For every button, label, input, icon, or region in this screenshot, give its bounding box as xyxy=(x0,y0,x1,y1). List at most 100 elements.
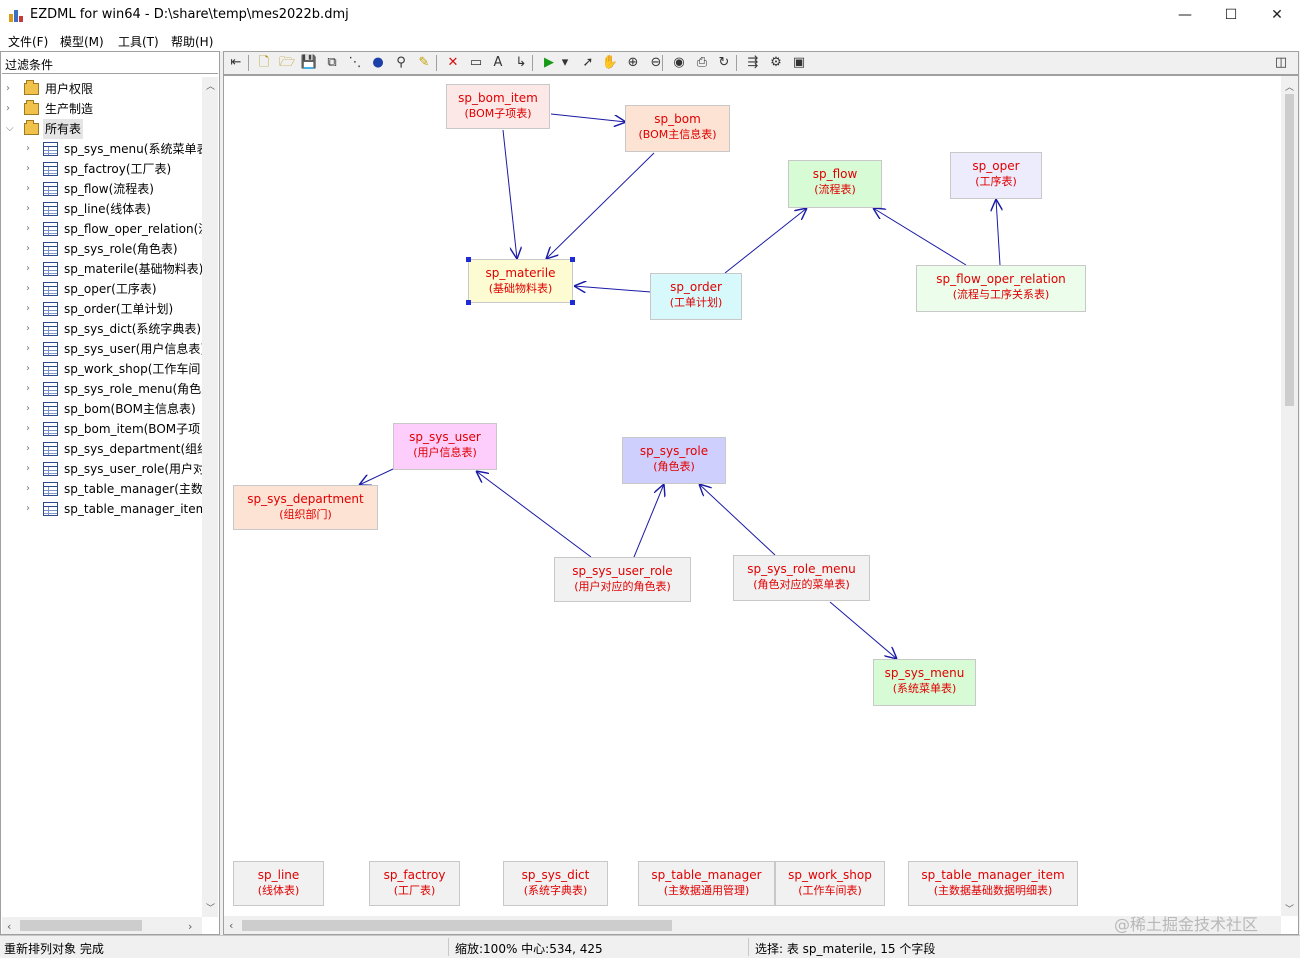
menu-file[interactable]: 文件(F) xyxy=(8,33,48,50)
link-sys_user_role-to-sys_role[interactable] xyxy=(633,484,664,558)
split-view-icon[interactable]: ◫ xyxy=(1272,54,1290,72)
canvas-scroll-up-icon[interactable]: ︿ xyxy=(1285,80,1294,93)
tree-vertical-scrollbar[interactable]: ︿ ﹀ xyxy=(202,77,218,917)
save-icon[interactable]: 💾 xyxy=(300,54,318,72)
entity-bom-item[interactable]: sp_bom_item (BOM子项表) xyxy=(446,84,550,129)
canvas-hscroll-thumb[interactable] xyxy=(242,920,672,931)
canvas-scroll-down-icon[interactable]: ﹀ xyxy=(1285,902,1294,915)
scroll-down-icon[interactable]: ﹀ xyxy=(206,901,215,914)
eye-icon[interactable]: ◉ xyxy=(670,54,688,72)
dropdown-icon[interactable]: ▾ xyxy=(556,54,574,72)
entity-sys-role-menu[interactable]: sp_sys_role_menu (角色对应的菜单表) xyxy=(733,555,870,601)
print-icon[interactable]: ⎙ xyxy=(693,54,711,72)
tree-table-item[interactable]: › sp_work_shop(工作车间 xyxy=(2,359,200,379)
tree-table-item[interactable]: › sp_flow(流程表) xyxy=(2,179,200,199)
canvas-vertical-scrollbar[interactable]: ︿ ﹀ xyxy=(1281,76,1298,916)
scroll-right-icon[interactable]: › xyxy=(188,920,192,933)
chevron-right-icon[interactable]: › xyxy=(6,99,16,119)
chevron-right-icon[interactable]: › xyxy=(26,319,36,339)
chevron-right-icon[interactable]: › xyxy=(26,159,36,179)
tree-table-item[interactable]: › sp_bom(BOM主信息表) xyxy=(2,399,200,419)
panel-toggle-icon[interactable]: ⇤ xyxy=(227,54,245,72)
menu-tools[interactable]: 工具(T) xyxy=(118,33,159,50)
selection-handle[interactable] xyxy=(570,300,575,305)
canvas-scroll-left-icon[interactable]: ‹ xyxy=(229,919,233,932)
selection-handle[interactable] xyxy=(466,300,471,305)
tree-table-item[interactable]: › sp_sys_role_menu(角色对 xyxy=(2,379,202,399)
tree-folder[interactable]: ⌵ 所有表 xyxy=(2,119,200,139)
chevron-down-icon[interactable]: ⌵ xyxy=(6,119,16,139)
diagram-canvas[interactable]: sp_bom_item (BOM子项表) sp_bom (BOM主信息表) sp_flo… xyxy=(224,76,1281,916)
chevron-right-icon[interactable]: › xyxy=(26,299,36,319)
link-bom_item-to-bom[interactable] xyxy=(550,113,626,122)
tree-table-item[interactable]: › sp_order(工单计划) xyxy=(2,299,200,319)
entity-sys-menu[interactable]: sp_sys_menu (系统菜单表) xyxy=(873,659,976,706)
entity-line[interactable]: sp_line (线体表) xyxy=(233,861,324,906)
entity-factroy[interactable]: sp_factroy (工厂表) xyxy=(369,861,460,906)
tree-table-item[interactable]: › sp_table_manager_item xyxy=(2,499,202,519)
tree-table-item[interactable]: › sp_materile(基础物料表) xyxy=(2,259,202,279)
tree-table-item[interactable]: › sp_line(线体表) xyxy=(2,199,200,219)
entity-sys-user-role[interactable]: sp_sys_user_role (用户对应的角色表) xyxy=(554,557,691,602)
menu-model[interactable]: 模型(M) xyxy=(60,33,104,50)
entity-flow-oper-relation[interactable]: sp_flow_oper_relation (流程与工序关系表) xyxy=(916,265,1086,312)
entity-sys-role[interactable]: sp_sys_role (角色表) xyxy=(622,437,726,484)
tree-table-item[interactable]: › sp_sys_dict(系统字典表) xyxy=(2,319,201,339)
entity-order[interactable]: sp_order (工单计划) xyxy=(650,273,742,320)
entity-sys-dict[interactable]: sp_sys_dict (系统字典表) xyxy=(503,861,608,906)
chevron-right-icon[interactable]: › xyxy=(26,379,36,399)
canvas-vscroll-thumb[interactable] xyxy=(1285,94,1294,406)
scroll-up-icon[interactable]: ︿ xyxy=(206,79,215,92)
tree-horizontal-scrollbar[interactable]: ‹ › xyxy=(2,917,202,934)
chevron-right-icon[interactable]: › xyxy=(26,139,36,159)
filter-input[interactable]: 过滤条件 xyxy=(2,53,218,74)
chevron-right-icon[interactable]: › xyxy=(26,239,36,259)
chevron-right-icon[interactable]: › xyxy=(26,499,36,519)
chevron-right-icon[interactable]: › xyxy=(26,459,36,479)
export-icon[interactable]: ⇶ xyxy=(744,54,762,72)
link-icon[interactable]: ↳ xyxy=(512,54,530,72)
zoom-in-icon[interactable]: ⊕ xyxy=(624,54,642,72)
chevron-right-icon[interactable]: › xyxy=(6,79,16,99)
find-icon[interactable]: ⚲ xyxy=(392,54,410,72)
picture-icon[interactable]: ▣ xyxy=(790,54,808,72)
chevron-right-icon[interactable]: › xyxy=(26,359,36,379)
tree-table-item[interactable]: › sp_table_manager(主数 xyxy=(2,479,202,499)
link-bom_item-to-materile[interactable] xyxy=(502,129,517,259)
tree-folder[interactable]: › 用户权限 xyxy=(2,79,200,99)
entity-table-manager-item[interactable]: sp_table_manager_item (主数据基础数据明细表) xyxy=(908,861,1078,906)
refresh-icon[interactable]: ↻ xyxy=(715,54,733,72)
maximize-button[interactable]: ☐ xyxy=(1208,0,1254,30)
link-bom-to-materile[interactable] xyxy=(546,152,655,259)
entity-materile[interactable]: sp_materile (基础物料表) xyxy=(468,259,573,303)
chevron-right-icon[interactable]: › xyxy=(26,279,36,299)
link-flow_oper_relation-to-flow[interactable] xyxy=(873,208,967,266)
new-file-icon[interactable]: 🗋 xyxy=(255,54,273,72)
link-sys_user_role-to-sys_user[interactable] xyxy=(476,471,592,558)
link-sys_user-to-sys_department[interactable] xyxy=(359,468,394,485)
chevron-right-icon[interactable]: › xyxy=(26,199,36,219)
settings-icon[interactable]: ⚙ xyxy=(767,54,785,72)
chevron-right-icon[interactable]: › xyxy=(26,419,36,439)
entity-work-shop[interactable]: sp_work_shop (工作车间表) xyxy=(775,861,885,906)
highlight-icon[interactable]: ✎ xyxy=(415,54,433,72)
tree-table-item[interactable]: › sp_oper(工序表) xyxy=(2,279,200,299)
link-sys_role_menu-to-sys_role[interactable] xyxy=(699,484,776,556)
globe-icon[interactable]: ● xyxy=(369,54,387,72)
tree-table-item[interactable]: › sp_sys_menu(系统菜单表 xyxy=(2,139,202,159)
entity-table-manager[interactable]: sp_table_manager (主数据通用管理) xyxy=(638,861,775,906)
chevron-right-icon[interactable]: › xyxy=(26,179,36,199)
close-button[interactable]: ✕ xyxy=(1254,0,1300,30)
layout-icon[interactable]: ⋱ xyxy=(346,54,364,72)
entity-oper[interactable]: sp_oper (工序表) xyxy=(950,152,1042,199)
tree-table-item[interactable]: › sp_sys_user_role(用户对 xyxy=(2,459,202,479)
menu-help[interactable]: 帮助(H) xyxy=(171,33,213,50)
chevron-right-icon[interactable]: › xyxy=(26,259,36,279)
entity-bom[interactable]: sp_bom (BOM主信息表) xyxy=(625,105,730,152)
tree-hscroll-thumb[interactable] xyxy=(20,920,142,931)
scroll-left-icon[interactable]: ‹ xyxy=(7,920,11,933)
tree-table-item[interactable]: › sp_flow_oper_relation(流 xyxy=(2,219,202,239)
selection-handle[interactable] xyxy=(466,257,471,262)
chevron-right-icon[interactable]: › xyxy=(26,339,36,359)
tree-table-item[interactable]: › sp_sys_department(组织 xyxy=(2,439,202,459)
